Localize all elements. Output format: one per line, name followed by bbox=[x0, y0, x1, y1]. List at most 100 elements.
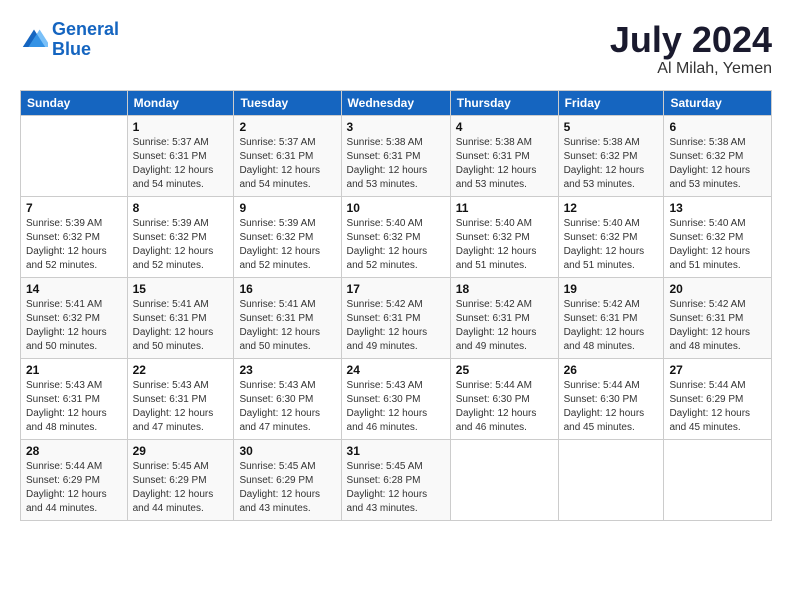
day-number: 30 bbox=[239, 444, 335, 458]
day-number: 21 bbox=[26, 363, 122, 377]
day-number: 15 bbox=[133, 282, 229, 296]
page: General Blue July 2024 Al Milah, Yemen S… bbox=[0, 0, 792, 612]
day-number: 20 bbox=[669, 282, 766, 296]
day-number: 8 bbox=[133, 201, 229, 215]
day-info: Sunrise: 5:44 AMSunset: 6:29 PMDaylight:… bbox=[26, 461, 107, 514]
calendar-cell: 30 Sunrise: 5:45 AMSunset: 6:29 PMDaylig… bbox=[234, 439, 341, 520]
day-info: Sunrise: 5:42 AMSunset: 6:31 PMDaylight:… bbox=[347, 299, 428, 352]
day-number: 23 bbox=[239, 363, 335, 377]
calendar-cell: 24 Sunrise: 5:43 AMSunset: 6:30 PMDaylig… bbox=[341, 358, 450, 439]
day-info: Sunrise: 5:39 AMSunset: 6:32 PMDaylight:… bbox=[133, 218, 214, 271]
logo-text: General Blue bbox=[52, 20, 119, 60]
day-info: Sunrise: 5:42 AMSunset: 6:31 PMDaylight:… bbox=[564, 299, 645, 352]
logo-icon bbox=[20, 26, 48, 54]
logo-line2: Blue bbox=[52, 39, 91, 59]
calendar-cell: 2 Sunrise: 5:37 AMSunset: 6:31 PMDayligh… bbox=[234, 115, 341, 196]
day-info: Sunrise: 5:41 AMSunset: 6:31 PMDaylight:… bbox=[239, 299, 320, 352]
calendar-cell: 10 Sunrise: 5:40 AMSunset: 6:32 PMDaylig… bbox=[341, 196, 450, 277]
calendar-cell bbox=[21, 115, 128, 196]
day-info: Sunrise: 5:41 AMSunset: 6:31 PMDaylight:… bbox=[133, 299, 214, 352]
calendar-cell: 5 Sunrise: 5:38 AMSunset: 6:32 PMDayligh… bbox=[558, 115, 664, 196]
day-info: Sunrise: 5:40 AMSunset: 6:32 PMDaylight:… bbox=[456, 218, 537, 271]
logo: General Blue bbox=[20, 20, 119, 60]
day-info: Sunrise: 5:40 AMSunset: 6:32 PMDaylight:… bbox=[347, 218, 428, 271]
day-number: 6 bbox=[669, 120, 766, 134]
col-monday: Monday bbox=[127, 90, 234, 115]
day-info: Sunrise: 5:43 AMSunset: 6:31 PMDaylight:… bbox=[133, 380, 214, 433]
calendar-cell: 7 Sunrise: 5:39 AMSunset: 6:32 PMDayligh… bbox=[21, 196, 128, 277]
day-info: Sunrise: 5:40 AMSunset: 6:32 PMDaylight:… bbox=[669, 218, 750, 271]
header-row: Sunday Monday Tuesday Wednesday Thursday… bbox=[21, 90, 772, 115]
day-number: 5 bbox=[564, 120, 659, 134]
day-number: 16 bbox=[239, 282, 335, 296]
day-number: 12 bbox=[564, 201, 659, 215]
sub-title: Al Milah, Yemen bbox=[610, 60, 772, 78]
col-saturday: Saturday bbox=[664, 90, 772, 115]
calendar-cell: 25 Sunrise: 5:44 AMSunset: 6:30 PMDaylig… bbox=[450, 358, 558, 439]
header: General Blue July 2024 Al Milah, Yemen bbox=[20, 20, 772, 78]
calendar-cell: 8 Sunrise: 5:39 AMSunset: 6:32 PMDayligh… bbox=[127, 196, 234, 277]
calendar-cell: 21 Sunrise: 5:43 AMSunset: 6:31 PMDaylig… bbox=[21, 358, 128, 439]
logo-line1: General bbox=[52, 19, 119, 39]
day-number: 9 bbox=[239, 201, 335, 215]
day-number: 4 bbox=[456, 120, 553, 134]
day-info: Sunrise: 5:39 AMSunset: 6:32 PMDaylight:… bbox=[26, 218, 107, 271]
main-title: July 2024 bbox=[610, 20, 772, 60]
calendar-week-4: 21 Sunrise: 5:43 AMSunset: 6:31 PMDaylig… bbox=[21, 358, 772, 439]
day-info: Sunrise: 5:45 AMSunset: 6:29 PMDaylight:… bbox=[133, 461, 214, 514]
calendar-cell: 13 Sunrise: 5:40 AMSunset: 6:32 PMDaylig… bbox=[664, 196, 772, 277]
day-info: Sunrise: 5:43 AMSunset: 6:30 PMDaylight:… bbox=[239, 380, 320, 433]
calendar-table: Sunday Monday Tuesday Wednesday Thursday… bbox=[20, 90, 772, 521]
calendar-cell: 15 Sunrise: 5:41 AMSunset: 6:31 PMDaylig… bbox=[127, 277, 234, 358]
calendar-cell: 27 Sunrise: 5:44 AMSunset: 6:29 PMDaylig… bbox=[664, 358, 772, 439]
day-info: Sunrise: 5:42 AMSunset: 6:31 PMDaylight:… bbox=[669, 299, 750, 352]
day-number: 7 bbox=[26, 201, 122, 215]
calendar-cell: 20 Sunrise: 5:42 AMSunset: 6:31 PMDaylig… bbox=[664, 277, 772, 358]
calendar-cell: 6 Sunrise: 5:38 AMSunset: 6:32 PMDayligh… bbox=[664, 115, 772, 196]
calendar-cell bbox=[450, 439, 558, 520]
day-info: Sunrise: 5:37 AMSunset: 6:31 PMDaylight:… bbox=[239, 137, 320, 190]
calendar-cell: 16 Sunrise: 5:41 AMSunset: 6:31 PMDaylig… bbox=[234, 277, 341, 358]
calendar-cell: 12 Sunrise: 5:40 AMSunset: 6:32 PMDaylig… bbox=[558, 196, 664, 277]
day-number: 25 bbox=[456, 363, 553, 377]
day-number: 3 bbox=[347, 120, 445, 134]
calendar-week-5: 28 Sunrise: 5:44 AMSunset: 6:29 PMDaylig… bbox=[21, 439, 772, 520]
day-info: Sunrise: 5:37 AMSunset: 6:31 PMDaylight:… bbox=[133, 137, 214, 190]
calendar-cell: 17 Sunrise: 5:42 AMSunset: 6:31 PMDaylig… bbox=[341, 277, 450, 358]
day-info: Sunrise: 5:43 AMSunset: 6:30 PMDaylight:… bbox=[347, 380, 428, 433]
day-number: 1 bbox=[133, 120, 229, 134]
day-info: Sunrise: 5:43 AMSunset: 6:31 PMDaylight:… bbox=[26, 380, 107, 433]
col-thursday: Thursday bbox=[450, 90, 558, 115]
calendar-cell: 4 Sunrise: 5:38 AMSunset: 6:31 PMDayligh… bbox=[450, 115, 558, 196]
day-info: Sunrise: 5:44 AMSunset: 6:30 PMDaylight:… bbox=[564, 380, 645, 433]
day-info: Sunrise: 5:41 AMSunset: 6:32 PMDaylight:… bbox=[26, 299, 107, 352]
calendar-cell: 11 Sunrise: 5:40 AMSunset: 6:32 PMDaylig… bbox=[450, 196, 558, 277]
calendar-cell: 9 Sunrise: 5:39 AMSunset: 6:32 PMDayligh… bbox=[234, 196, 341, 277]
calendar-cell: 29 Sunrise: 5:45 AMSunset: 6:29 PMDaylig… bbox=[127, 439, 234, 520]
day-info: Sunrise: 5:42 AMSunset: 6:31 PMDaylight:… bbox=[456, 299, 537, 352]
day-number: 10 bbox=[347, 201, 445, 215]
calendar-cell: 18 Sunrise: 5:42 AMSunset: 6:31 PMDaylig… bbox=[450, 277, 558, 358]
day-number: 13 bbox=[669, 201, 766, 215]
day-number: 26 bbox=[564, 363, 659, 377]
calendar-cell: 19 Sunrise: 5:42 AMSunset: 6:31 PMDaylig… bbox=[558, 277, 664, 358]
day-number: 31 bbox=[347, 444, 445, 458]
day-info: Sunrise: 5:38 AMSunset: 6:32 PMDaylight:… bbox=[669, 137, 750, 190]
calendar-cell: 23 Sunrise: 5:43 AMSunset: 6:30 PMDaylig… bbox=[234, 358, 341, 439]
day-number: 22 bbox=[133, 363, 229, 377]
day-number: 28 bbox=[26, 444, 122, 458]
day-number: 19 bbox=[564, 282, 659, 296]
day-number: 14 bbox=[26, 282, 122, 296]
col-sunday: Sunday bbox=[21, 90, 128, 115]
calendar-cell: 3 Sunrise: 5:38 AMSunset: 6:31 PMDayligh… bbox=[341, 115, 450, 196]
day-number: 11 bbox=[456, 201, 553, 215]
day-number: 2 bbox=[239, 120, 335, 134]
calendar-cell: 1 Sunrise: 5:37 AMSunset: 6:31 PMDayligh… bbox=[127, 115, 234, 196]
day-info: Sunrise: 5:38 AMSunset: 6:31 PMDaylight:… bbox=[347, 137, 428, 190]
calendar-week-3: 14 Sunrise: 5:41 AMSunset: 6:32 PMDaylig… bbox=[21, 277, 772, 358]
day-info: Sunrise: 5:38 AMSunset: 6:31 PMDaylight:… bbox=[456, 137, 537, 190]
calendar-week-1: 1 Sunrise: 5:37 AMSunset: 6:31 PMDayligh… bbox=[21, 115, 772, 196]
day-info: Sunrise: 5:38 AMSunset: 6:32 PMDaylight:… bbox=[564, 137, 645, 190]
calendar-cell: 14 Sunrise: 5:41 AMSunset: 6:32 PMDaylig… bbox=[21, 277, 128, 358]
title-block: July 2024 Al Milah, Yemen bbox=[610, 20, 772, 78]
